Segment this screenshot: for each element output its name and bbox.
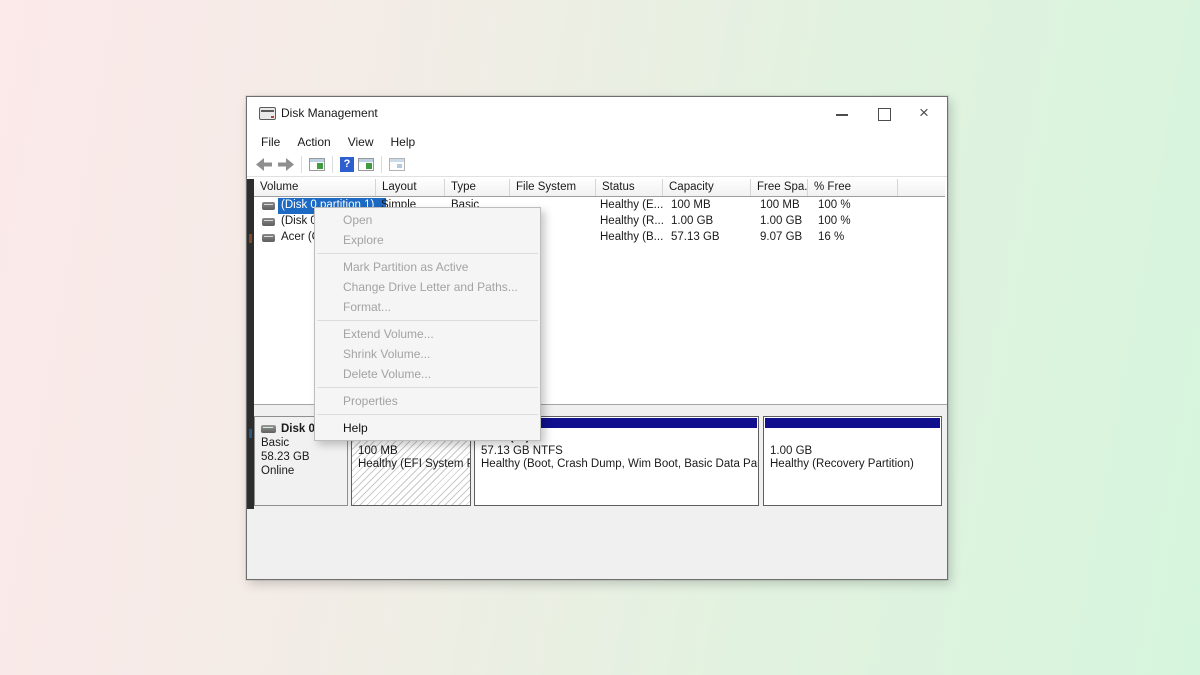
- menu-bar: File Action View Help: [247, 131, 947, 152]
- minimize-button[interactable]: [825, 97, 859, 129]
- menu-item-open[interactable]: Open: [315, 210, 540, 230]
- partition-size: 1.00 GB: [770, 445, 935, 459]
- partition-status: Healthy (EFI System P: [358, 458, 464, 472]
- menu-item-delete-volume[interactable]: Delete Volume...: [315, 364, 540, 384]
- column-header-pctfree[interactable]: % Free: [808, 179, 898, 196]
- back-arrow-icon[interactable]: [256, 158, 273, 171]
- column-header-capacity[interactable]: Capacity: [663, 179, 751, 196]
- column-header-layout[interactable]: Layout: [376, 179, 445, 196]
- partition-size: 100 MB: [358, 445, 464, 459]
- column-header-volume[interactable]: Volume: [254, 179, 376, 196]
- cell-status: Healthy (E...: [600, 199, 663, 211]
- console-window-icon[interactable]: [309, 158, 325, 171]
- maximize-button[interactable]: [867, 97, 901, 129]
- disk-status: Online: [261, 464, 341, 478]
- column-header-empty: [898, 179, 944, 196]
- partition-size: 57.13 GB NTFS: [481, 445, 752, 459]
- menu-item-explore[interactable]: Explore: [315, 230, 540, 250]
- volume-icon: [262, 202, 275, 210]
- menu-item-properties[interactable]: Properties: [315, 391, 540, 411]
- properties-window-icon[interactable]: [389, 158, 405, 171]
- disk-management-icon: [259, 107, 276, 120]
- menu-item-change-drive-letter[interactable]: Change Drive Letter and Paths...: [315, 277, 540, 297]
- menu-file[interactable]: File: [261, 135, 280, 149]
- partition-color-bar: [765, 418, 940, 428]
- cell-status: Healthy (B...: [600, 231, 663, 243]
- cell-status: Healthy (R...: [600, 215, 664, 227]
- forward-arrow-icon[interactable]: [277, 158, 294, 171]
- disk-management-window: Disk Management × File Action View Help …: [246, 96, 948, 580]
- menu-separator: [317, 320, 538, 321]
- menu-separator: [317, 414, 538, 415]
- cell-pctfree: 100 %: [818, 215, 851, 227]
- menu-view[interactable]: View: [348, 135, 374, 149]
- window-title: Disk Management: [281, 106, 378, 120]
- menu-separator: [317, 387, 538, 388]
- menu-help[interactable]: Help: [391, 135, 416, 149]
- partition-recovery[interactable]: 1.00 GB Healthy (Recovery Partition): [763, 416, 942, 506]
- partition-context-menu: Open Explore Mark Partition as Active Ch…: [314, 207, 541, 441]
- toolbar: ?: [247, 152, 947, 177]
- menu-item-help[interactable]: Help: [315, 418, 540, 438]
- cell-freespace: 100 MB: [760, 199, 800, 211]
- cell-capacity: 57.13 GB: [671, 231, 720, 243]
- partition-status: Healthy (Boot, Crash Dump, Wim Boot, Bas…: [481, 458, 752, 472]
- cell-freespace: 9.07 GB: [760, 231, 802, 243]
- column-header-freespace[interactable]: Free Spa...: [751, 179, 808, 196]
- cell-capacity: 1.00 GB: [671, 215, 713, 227]
- toolbar-separator: [301, 156, 302, 173]
- column-header-filesystem[interactable]: File System: [510, 179, 596, 196]
- cell-pctfree: 16 %: [818, 231, 844, 243]
- toolbar-separator: [332, 156, 333, 173]
- cell-capacity: 100 MB: [671, 199, 711, 211]
- left-edge-strip: [247, 179, 254, 509]
- volume-icon: [262, 218, 275, 226]
- menu-separator: [317, 253, 538, 254]
- volume-icon: [262, 234, 275, 242]
- toolbar-separator: [381, 156, 382, 173]
- column-header-status[interactable]: Status: [596, 179, 663, 196]
- partition-status: Healthy (Recovery Partition): [770, 458, 935, 472]
- volume-table-header: Volume Layout Type File System Status Ca…: [254, 179, 945, 197]
- partition-title: [770, 431, 935, 445]
- menu-action[interactable]: Action: [297, 135, 330, 149]
- cell-pctfree: 100 %: [818, 199, 851, 211]
- disk-icon: [261, 425, 276, 433]
- menu-item-mark-active[interactable]: Mark Partition as Active: [315, 257, 540, 277]
- cell-freespace: 1.00 GB: [760, 215, 802, 227]
- console-window-export-icon[interactable]: [358, 158, 374, 171]
- close-button[interactable]: ×: [907, 97, 941, 129]
- column-header-type[interactable]: Type: [445, 179, 510, 196]
- menu-item-format[interactable]: Format...: [315, 297, 540, 317]
- menu-item-shrink-volume[interactable]: Shrink Volume...: [315, 344, 540, 364]
- title-bar[interactable]: Disk Management ×: [247, 97, 947, 131]
- menu-item-extend-volume[interactable]: Extend Volume...: [315, 324, 540, 344]
- disk-size: 58.23 GB: [261, 450, 341, 464]
- help-icon[interactable]: ?: [340, 157, 354, 172]
